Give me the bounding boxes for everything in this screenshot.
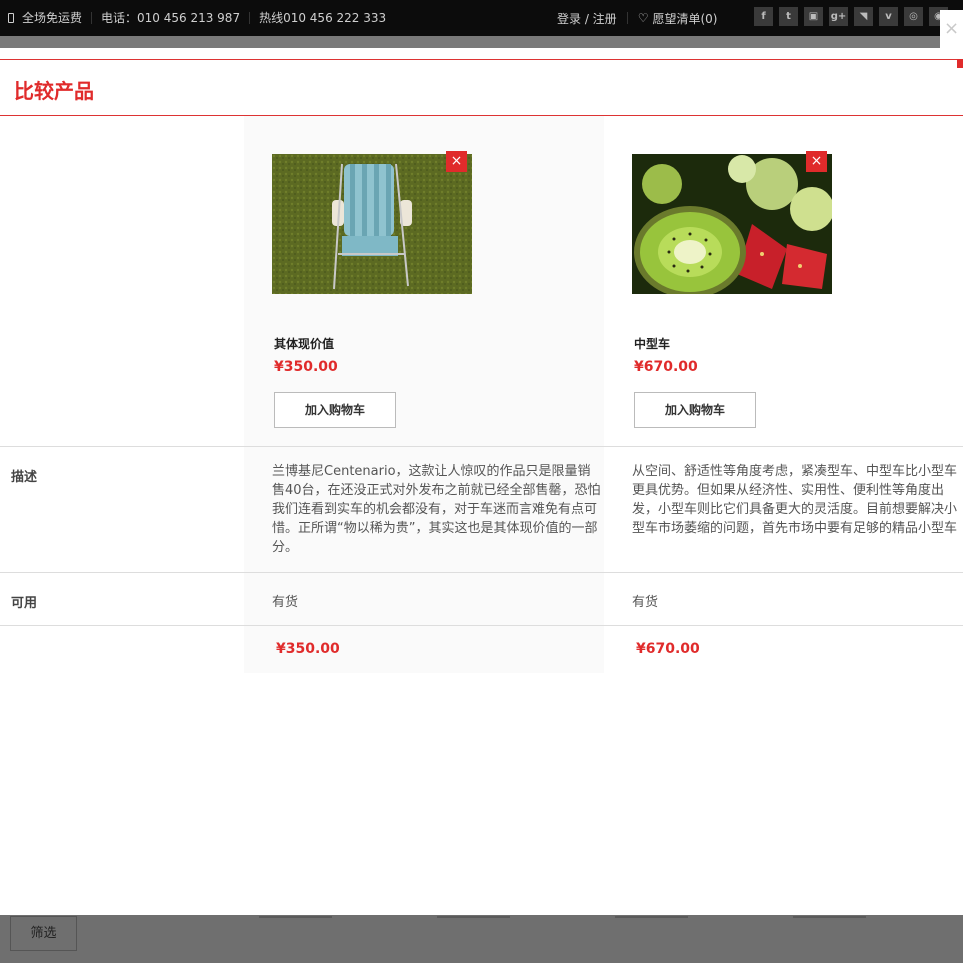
login-register-link[interactable]: 登录 / 注册: [557, 10, 617, 27]
heart-icon: ♡: [637, 11, 649, 25]
backdrop-page: 筛选: [0, 915, 963, 963]
product-1-price-bottom: ¥350.00: [276, 641, 340, 657]
product-name[interactable]: 中型车: [634, 335, 670, 352]
product-price: ¥670.00: [634, 359, 698, 375]
row-divider: [0, 572, 963, 573]
twitter-icon[interactable]: t: [779, 7, 798, 26]
filter-button[interactable]: 筛选: [10, 916, 77, 951]
remove-product-2-icon[interactable]: ×: [806, 151, 827, 172]
top-bar-account: 登录 / 注册 ♡ 愿望清单(0): [557, 0, 717, 36]
close-icon[interactable]: ×: [940, 10, 963, 48]
page-title: 比较产品: [14, 79, 94, 103]
row-divider: [0, 446, 963, 447]
folding-chair-image: [272, 154, 472, 294]
kiwi-fruit-image: [632, 154, 832, 294]
divider: [626, 12, 628, 24]
remove-product-1-icon[interactable]: ×: [446, 151, 467, 172]
product-1-description: 兰博基尼Centenario，这款让人惊叹的作品只是限量销售40台，在还没正式对…: [272, 464, 601, 555]
backdrop-link: [615, 908, 688, 918]
product-2-availability: 有货: [632, 595, 659, 610]
modal-header: 比较产品: [0, 59, 963, 116]
wechat-icon[interactable]: ◎: [904, 7, 923, 26]
facebook-icon[interactable]: f: [754, 7, 773, 26]
mobile-icon: [8, 13, 14, 23]
free-shipping: 全场免运费: [8, 12, 91, 24]
product-name[interactable]: 其体现价值: [274, 335, 334, 352]
accent-marker: [957, 59, 963, 68]
backdrop-link: [259, 908, 332, 918]
top-bar: 全场免运费 电话：010 456 213 987 热线010 456 222 3…: [0, 0, 963, 36]
backdrop-link: [793, 908, 866, 918]
product-image[interactable]: [632, 154, 832, 294]
product-price: ¥350.00: [274, 359, 338, 375]
wishlist-link[interactable]: 愿望清单(0): [652, 10, 717, 27]
vimeo-icon[interactable]: v: [879, 7, 898, 26]
phone-number: 电话：010 456 213 987: [91, 12, 249, 24]
rss-icon[interactable]: ◥: [854, 7, 873, 26]
compare-modal: 比较产品 × 其体现价值 ¥350.00 加入购物车 × 中型车 ¥670.00…: [0, 48, 963, 915]
product-2-price-bottom: ¥670.00: [636, 641, 700, 657]
backdrop-link: [437, 908, 510, 918]
product-2-description: 从空间、舒适性等角度考虑，紧凑型车、中型车比小型车更具优势。但如果从经济性、实用…: [632, 464, 958, 536]
googleplus-icon[interactable]: g+: [829, 7, 848, 26]
product-image[interactable]: [272, 154, 472, 294]
availability-label: 可用: [11, 596, 38, 611]
flickr-icon[interactable]: ▣: [804, 7, 823, 26]
add-to-cart-button[interactable]: 加入购物车: [274, 392, 396, 428]
top-bar-info: 全场免运费 电话：010 456 213 987 热线010 456 222 3…: [8, 0, 395, 36]
social-links: f t ▣ g+ ◥ v ◎ ◉: [754, 7, 954, 26]
free-shipping-text: 全场免运费: [22, 11, 83, 25]
description-label: 描述: [11, 470, 38, 485]
row-divider: [0, 625, 963, 626]
backdrop-strip: [0, 36, 963, 48]
hotline-text: 热线010 456 222 333: [259, 11, 387, 25]
add-to-cart-button[interactable]: 加入购物车: [634, 392, 756, 428]
hotline-number: 热线010 456 222 333: [249, 12, 395, 24]
phone-text: 电话：010 456 213 987: [101, 11, 241, 25]
product-1-availability: 有货: [272, 595, 299, 610]
